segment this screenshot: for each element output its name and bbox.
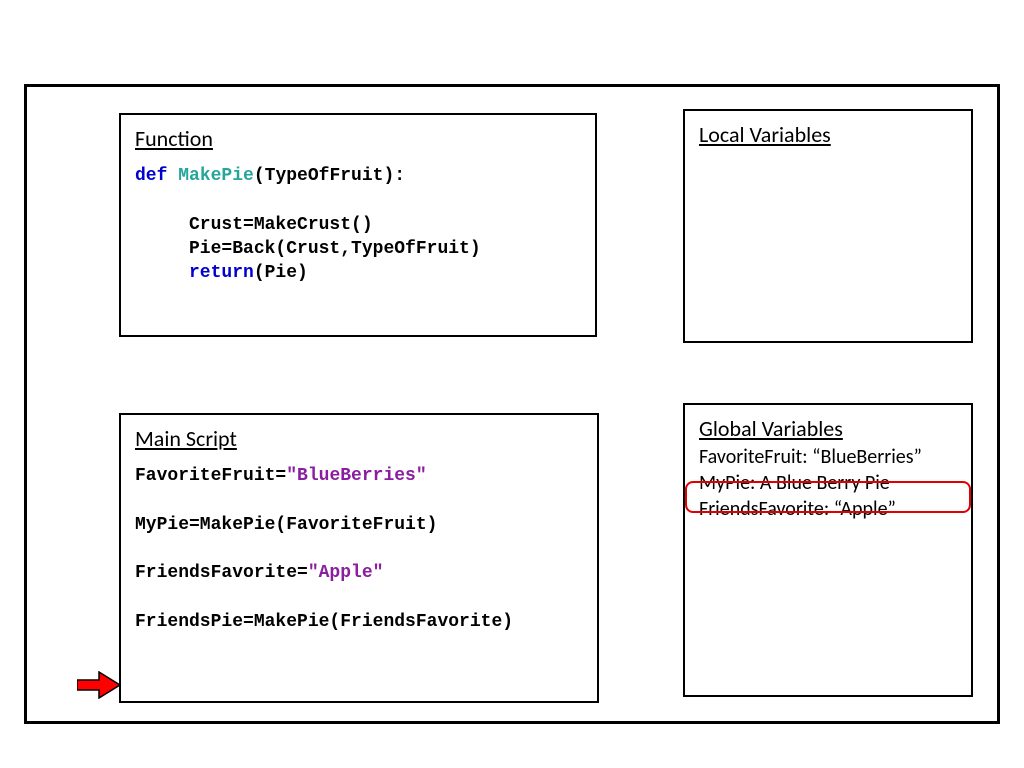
execution-arrow-icon xyxy=(77,671,121,699)
main-script-panel: Main Script FavoriteFruit="BlueBerries" … xyxy=(119,413,599,703)
function-code: def MakePie(TypeOfFruit): Crust=MakeCrus… xyxy=(135,164,581,285)
code-line: FriendsFavorite= xyxy=(135,563,308,583)
string-literal: "Apple" xyxy=(308,563,384,583)
script-title: Main Script xyxy=(135,425,583,452)
function-sig: (TypeOfFruit): xyxy=(254,166,405,186)
code-line: FavoriteFruit= xyxy=(135,466,286,486)
local-variables-panel: Local Variables xyxy=(683,109,973,343)
global-row: MyPie: A Blue Berry Pie xyxy=(699,470,957,496)
keyword-return: return xyxy=(135,263,254,283)
diagram-outer: Function def MakePie(TypeOfFruit): Crust… xyxy=(24,84,1000,724)
global-title: Global Variables xyxy=(699,415,957,442)
globals-body: FavoriteFruit: “BlueBerries” MyPie: A Bl… xyxy=(699,444,957,522)
script-code: FavoriteFruit="BlueBerries" MyPie=MakePi… xyxy=(135,464,583,634)
global-row: FriendsFavorite: “Apple” xyxy=(699,496,957,522)
code-line: FriendsPie=MakePie(FriendsFavorite) xyxy=(135,612,513,632)
global-row: FavoriteFruit: “BlueBerries” xyxy=(699,444,957,470)
function-title: Function xyxy=(135,125,581,152)
code-line: MyPie=MakePie(FavoriteFruit) xyxy=(135,515,437,535)
keyword-def: def xyxy=(135,166,178,186)
return-tail: (Pie) xyxy=(254,263,308,283)
function-panel: Function def MakePie(TypeOfFruit): Crust… xyxy=(119,113,597,337)
global-variables-panel: Global Variables FavoriteFruit: “BlueBer… xyxy=(683,403,973,697)
function-name: MakePie xyxy=(178,166,254,186)
string-literal: "BlueBerries" xyxy=(286,466,426,486)
code-line: Pie=Back(Crust,TypeOfFruit) xyxy=(135,239,481,259)
code-line: Crust=MakeCrust() xyxy=(135,215,373,235)
local-title: Local Variables xyxy=(699,121,957,148)
